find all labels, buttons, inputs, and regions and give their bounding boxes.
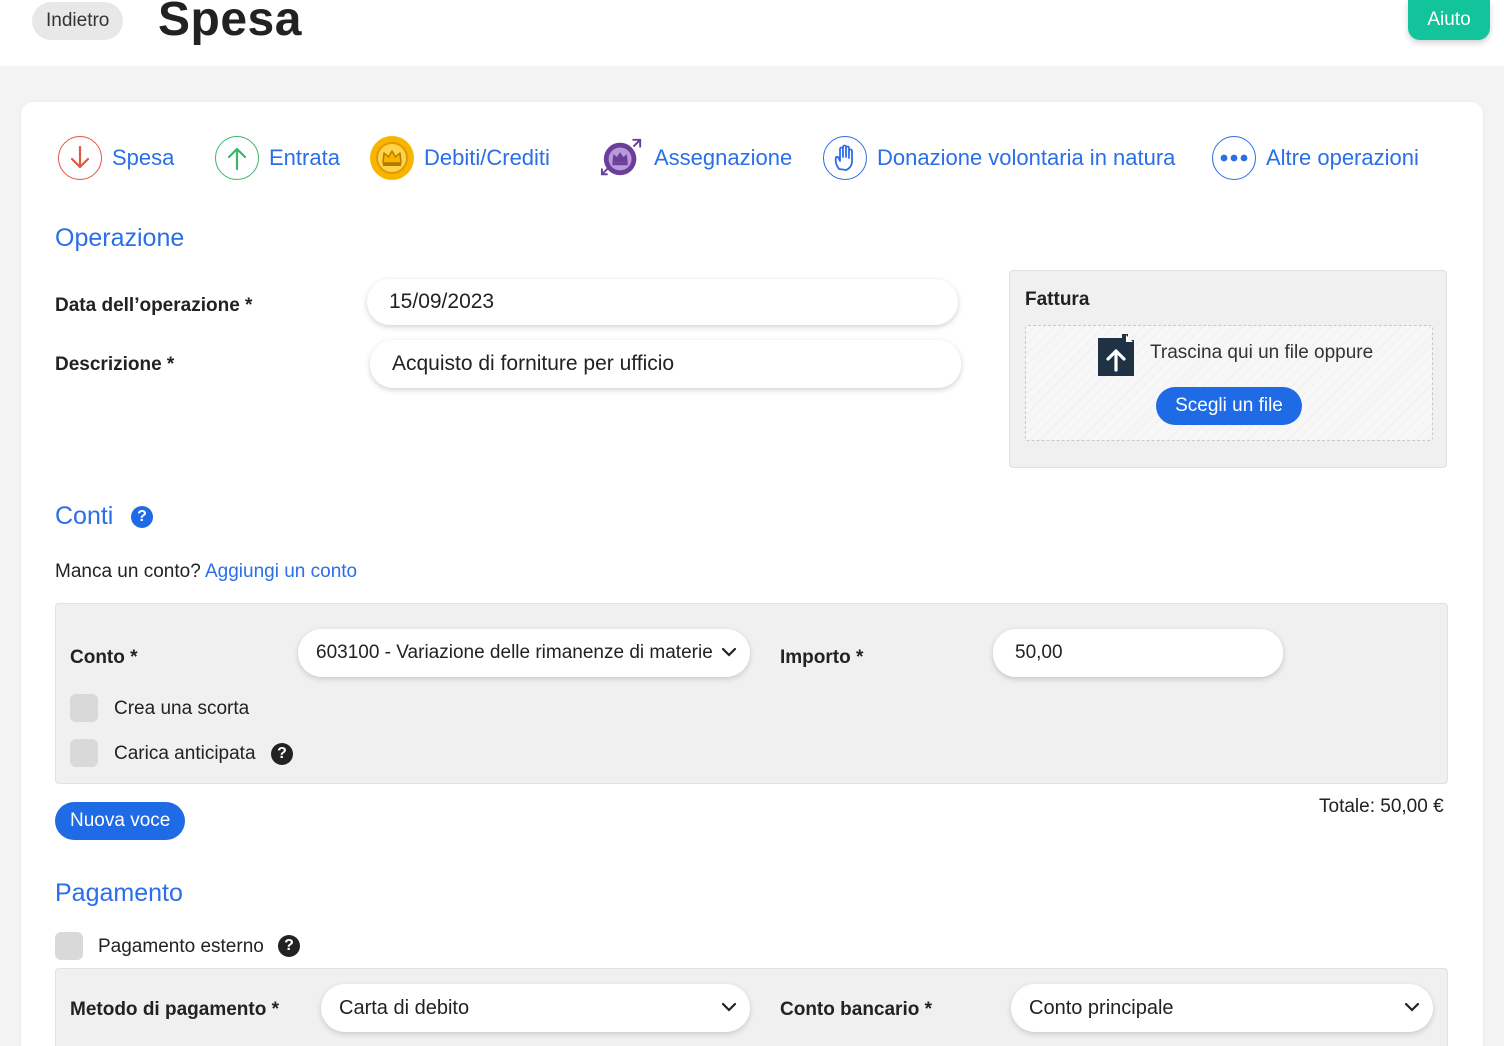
payment-method-value: Carta di debito <box>339 996 470 1019</box>
account-select[interactable]: 603100 - Variazione delle rimanenze di m… <box>298 629 750 677</box>
missing-account-row: Manca un conto? Aggiungi un conto <box>55 561 357 583</box>
description-label: Descrizione * <box>55 354 175 375</box>
section-operazione-title: Operazione <box>55 224 185 252</box>
date-label: Data dell’operazione * <box>55 295 253 316</box>
account-line-box: Conto * 603100 - Variazione delle rimane… <box>55 603 1448 784</box>
date-input[interactable]: 15/09/2023 <box>367 279 958 325</box>
tab-debiti-crediti-label: Debiti/Crediti <box>424 145 550 170</box>
advance-load-label: Carica anticipata <box>114 743 256 764</box>
payment-method-select[interactable]: Carta di debito <box>321 984 750 1032</box>
bank-account-value: Conto principale <box>1029 996 1174 1019</box>
create-stock-label: Crea una scorta <box>114 698 250 719</box>
amount-input[interactable]: 50,00 <box>993 629 1283 677</box>
tab-entrata[interactable]: Entrata <box>215 136 340 180</box>
arrow-down-icon <box>58 136 102 180</box>
chevron-down-icon <box>721 647 737 657</box>
description-input[interactable]: Acquisto di forniture per ufficio <box>370 340 961 388</box>
chevron-down-icon <box>1404 1002 1420 1012</box>
invoice-title: Fattura <box>1025 289 1090 310</box>
tab-altre-operazioni[interactable]: Altre operazioni <box>1212 136 1419 180</box>
page-title: Spesa <box>158 0 302 46</box>
file-upload-icon <box>1096 332 1136 383</box>
new-item-button[interactable]: Nuova voce <box>55 802 186 840</box>
amount-label: Importo * <box>780 647 864 668</box>
account-label: Conto * <box>70 647 138 668</box>
more-icon <box>1212 136 1256 180</box>
crown-icon <box>370 136 414 180</box>
invoice-panel: Fattura Trascina qui un file oppure Sceg… <box>1009 270 1447 468</box>
chevron-down-icon <box>721 1002 737 1012</box>
section-pagamento-title: Pagamento <box>55 879 183 907</box>
tab-altre-operazioni-label: Altre operazioni <box>1266 145 1419 170</box>
add-account-link[interactable]: Aggiungi un conto <box>205 561 357 582</box>
account-select-value: 603100 - Variazione delle rimanenze di m… <box>316 642 713 663</box>
tab-donazione[interactable]: Donazione volontaria in natura <box>823 136 1175 180</box>
hand-icon <box>823 136 867 180</box>
total-text: Totale: 50,00 € <box>1319 796 1444 817</box>
help-button[interactable]: Aiuto <box>1408 0 1490 40</box>
tab-entrata-label: Entrata <box>269 145 340 170</box>
choose-file-button[interactable]: Scegli un file <box>1156 387 1302 425</box>
external-payment-checkbox[interactable] <box>55 932 83 960</box>
back-button[interactable]: Indietro <box>32 2 124 40</box>
tab-assegnazione-label: Assegnazione <box>654 145 793 170</box>
file-dropzone[interactable]: Trascina qui un file oppure Scegli un fi… <box>1025 325 1433 441</box>
conti-help-icon[interactable]: ? <box>131 506 153 528</box>
tab-spesa[interactable]: Spesa <box>58 136 174 180</box>
payment-method-label: Metodo di pagamento * <box>70 999 279 1020</box>
create-stock-checkbox[interactable] <box>70 694 98 722</box>
missing-account-text: Manca un conto? <box>55 561 201 582</box>
main-card: Spesa Entrata Debiti/Crediti Assegnazion… <box>21 102 1483 1046</box>
dropzone-text: Trascina qui un file oppure <box>1150 342 1374 363</box>
arrow-up-icon <box>215 136 259 180</box>
bank-account-select[interactable]: Conto principale <box>1011 984 1433 1032</box>
external-payment-label: Pagamento esterno <box>98 936 264 957</box>
section-conti-title: Conti <box>55 502 114 530</box>
tab-debiti-crediti[interactable]: Debiti/Crediti <box>370 136 550 180</box>
top-bar: Indietro Spesa Aiuto <box>0 0 1504 66</box>
tab-spesa-label: Spesa <box>112 145 175 170</box>
bank-account-label: Conto bancario * <box>780 999 933 1020</box>
advance-load-checkbox[interactable] <box>70 739 98 767</box>
tab-donazione-label: Donazione volontaria in natura <box>877 145 1176 170</box>
external-payment-help-icon[interactable]: ? <box>278 935 300 957</box>
tab-assegnazione[interactable]: Assegnazione <box>600 136 792 180</box>
payment-box: Metodo di pagamento * Carta di debito Co… <box>55 968 1448 1046</box>
crown-assign-icon <box>600 136 644 180</box>
operation-type-tabs: Spesa Entrata Debiti/Crediti Assegnazion… <box>21 102 1483 212</box>
advance-help-icon[interactable]: ? <box>271 743 293 765</box>
